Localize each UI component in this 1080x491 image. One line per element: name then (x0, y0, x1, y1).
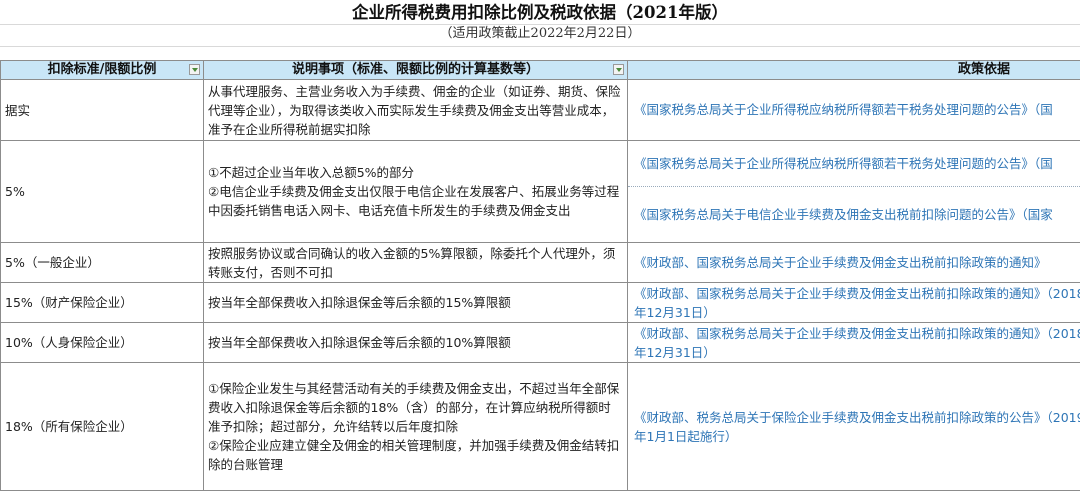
header-standard-label: 扣除标准/限额比例 (48, 62, 157, 77)
basis-cell[interactable]: 《财政部、税务总局关于保险企业手续费及佣金支出税前扣除政策的公告》（2019年1… (628, 363, 1080, 491)
header-basis-label: 政策依据 (958, 62, 1010, 77)
description-cell[interactable]: 按当年全部保费收入扣除退保金等后余额的15%算限额 (204, 283, 628, 323)
filter-dropdown-icon[interactable] (613, 64, 624, 75)
grid-divider (0, 24, 1080, 25)
basis-cell[interactable]: 《财政部、国家税务总局关于企业手续费及佣金支出税前扣除政策的通知》（2018年1… (628, 323, 1080, 363)
policy-link[interactable]: 《财政部、税务总局关于保险企业手续费及佣金支出税前扣除政策的公告》（2019年1… (634, 408, 1080, 446)
standard-cell[interactable]: 5%（一般企业） (1, 243, 204, 283)
basis-cell[interactable]: 《国家税务总局关于企业所得税应纳税所得额若干税务处理问题的公告》（国 (628, 80, 1080, 141)
table-row: 18%（所有保险企业） ①保险企业发生与其经营活动有关的手续费及佣金支出，不超过… (1, 363, 1080, 491)
description-cell[interactable]: 按当年全部保费收入扣除退保金等后余额的10%算限额 (204, 323, 628, 363)
table-row: 10%（人身保险企业） 按当年全部保费收入扣除退保金等后余额的10%算限额 《财… (1, 323, 1080, 363)
policy-link[interactable]: 《国家税务总局关于企业所得税应纳税所得额若干税务处理问题的公告》（国 (634, 97, 1080, 123)
standard-cell[interactable]: 据实 (1, 80, 204, 141)
page-title: 企业所得税费用扣除比例及税政依据（2021年版） (0, 0, 1080, 25)
header-description-label: 说明事项（标准、限额比例的计算基数等） (292, 62, 539, 77)
policy-link[interactable]: 《财政部、国家税务总局关于企业手续费及佣金支出税前扣除政策的通知》（2018年1… (634, 324, 1080, 362)
policy-link[interactable]: 《国家税务总局关于企业所得税应纳税所得额若干税务处理问题的公告》（国 (634, 142, 1080, 186)
standard-cell[interactable]: 18%（所有保险企业） (1, 363, 204, 491)
table-row: 据实 从事代理服务、主营业务收入为手续费、佣金的企业（如证券、期货、保险代理等企… (1, 80, 1080, 141)
description-cell[interactable]: ①不超过企业当年收入总额5%的部分 ②电信企业手续费及佣金支出仅限于电信企业在发… (204, 141, 628, 243)
basis-cell[interactable]: 《财政部、国家税务总局关于企业手续费及佣金支出税前扣除政策的通知》 (628, 243, 1080, 283)
standard-cell[interactable]: 5% (1, 141, 204, 243)
table-row: 15%（财产保险企业） 按当年全部保费收入扣除退保金等后余额的15%算限额 《财… (1, 283, 1080, 323)
policy-link[interactable]: 《财政部、国家税务总局关于企业手续费及佣金支出税前扣除政策的通知》（2018年1… (634, 284, 1080, 322)
filter-dropdown-icon[interactable] (189, 64, 200, 75)
header-basis[interactable]: 政策依据 (628, 61, 1080, 80)
standard-cell[interactable]: 15%（财产保险企业） (1, 283, 204, 323)
policy-link[interactable]: 《财政部、国家税务总局关于企业手续费及佣金支出税前扣除政策的通知》 (634, 250, 1080, 276)
description-cell[interactable]: 从事代理服务、主营业务收入为手续费、佣金的企业（如证券、期货、保险代理等企业），… (204, 80, 628, 141)
header-standard[interactable]: 扣除标准/限额比例 (1, 61, 204, 80)
basis-cell[interactable]: 《财政部、国家税务总局关于企业手续费及佣金支出税前扣除政策的通知》（2018年1… (628, 283, 1080, 323)
policy-link[interactable]: 《国家税务总局关于电信企业手续费及佣金支出税前扣除问题的公告》（国家 (634, 187, 1080, 242)
header-description[interactable]: 说明事项（标准、限额比例的计算基数等） (204, 61, 628, 80)
description-cell[interactable]: ①保险企业发生与其经营活动有关的手续费及佣金支出，不超过当年全部保费收入扣除退保… (204, 363, 628, 491)
page-subtitle: （适用政策截止2022年2月22日） (0, 24, 1080, 46)
table-row: 5% ①不超过企业当年收入总额5%的部分 ②电信企业手续费及佣金支出仅限于电信企… (1, 141, 1080, 243)
header-row: 扣除标准/限额比例 说明事项（标准、限额比例的计算基数等） 政策依据 (1, 61, 1080, 80)
description-cell[interactable]: 按照服务协议或合同确认的收入金额的5%算限额，除委托个人代理外，须转账支付，否则… (204, 243, 628, 283)
basis-cell[interactable]: 《国家税务总局关于企业所得税应纳税所得额若干税务处理问题的公告》（国 《国家税务… (628, 141, 1080, 243)
tax-deduction-table: 扣除标准/限额比例 说明事项（标准、限额比例的计算基数等） 政策依据 据实 从事… (0, 60, 1080, 491)
grid-divider (0, 46, 1080, 47)
table-row: 5%（一般企业） 按照服务协议或合同确认的收入金额的5%算限额，除委托个人代理外… (1, 243, 1080, 283)
standard-cell[interactable]: 10%（人身保险企业） (1, 323, 204, 363)
